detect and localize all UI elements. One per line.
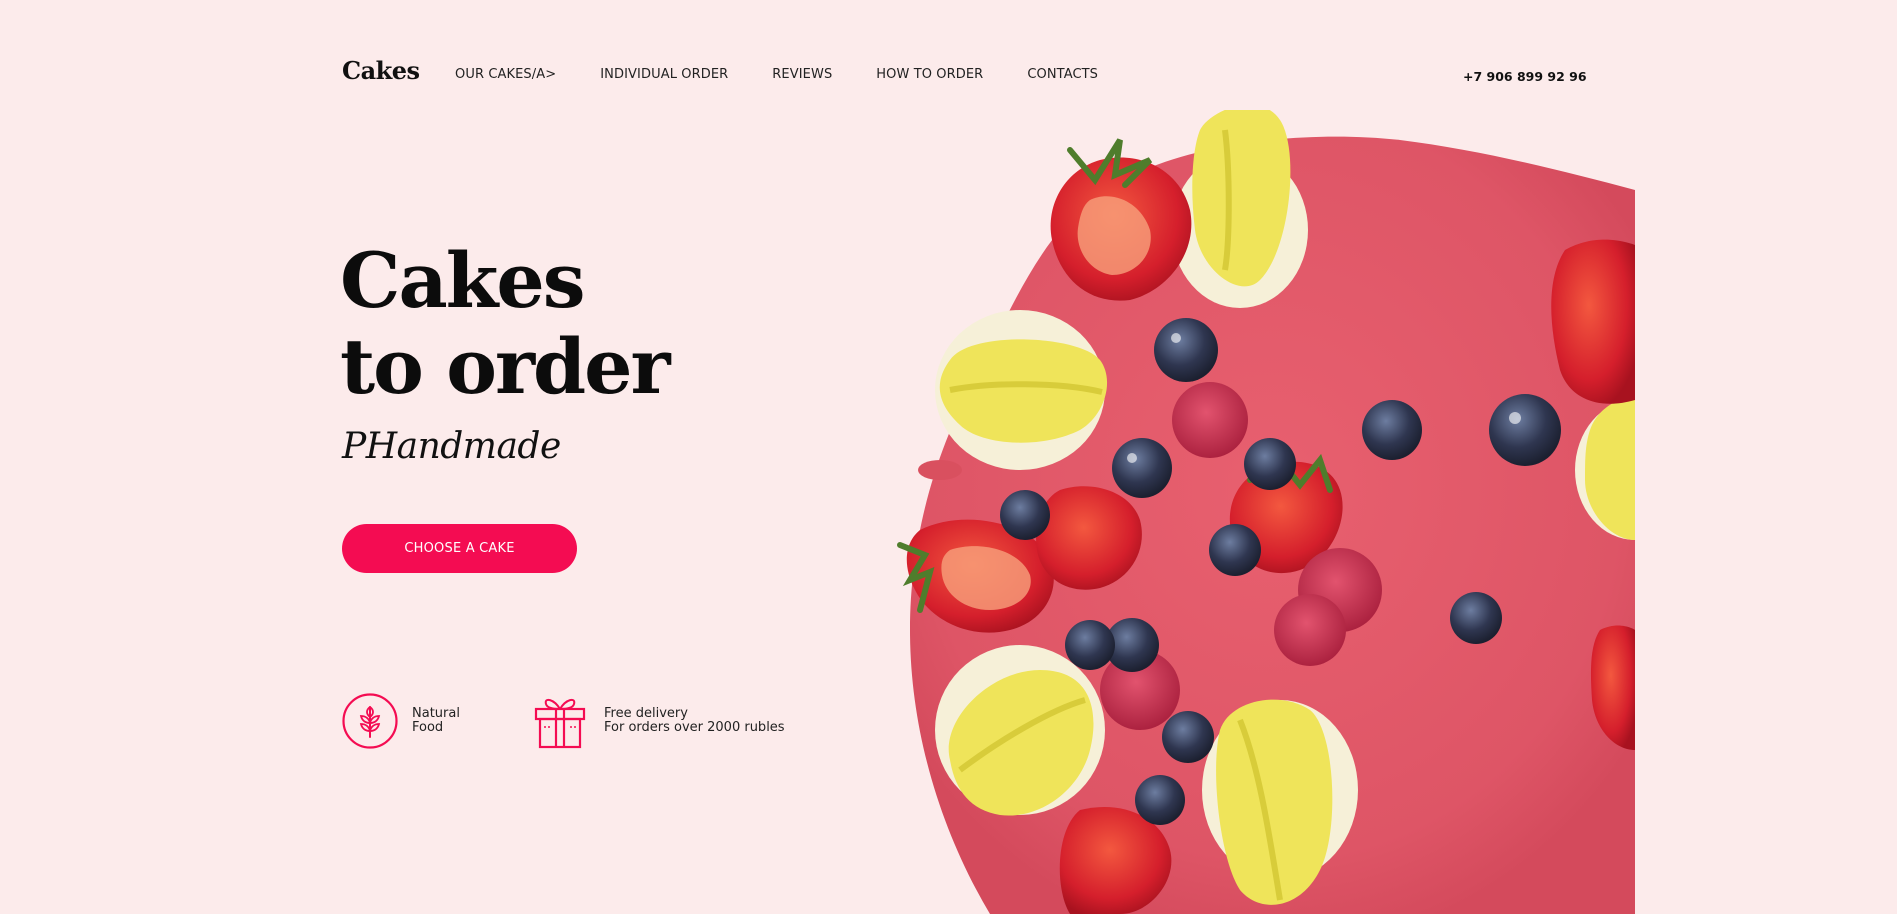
feature-natural-food-line-2: Food (412, 720, 444, 735)
feature-natural-food-line-1: Natural (412, 705, 460, 721)
nav-contacts[interactable]: CONTACTS (1027, 67, 1098, 82)
nav-reviews[interactable]: REVIEWS (772, 67, 832, 82)
nav-our-cakes[interactable]: OUR CAKES/A> (455, 67, 556, 82)
feature-natural-food-text: Natural Food (412, 705, 460, 736)
feature-free-delivery-line-2: For orders over 2000 rubles (604, 720, 785, 735)
nav-how-to-order[interactable]: HOW TO ORDER (876, 67, 983, 82)
feature-free-delivery-line-1: Free delivery (604, 705, 688, 721)
gift-icon (532, 693, 588, 749)
hero-title-line-2: to order (340, 322, 671, 411)
phone-number[interactable]: +7 906 899 92 96 (1463, 69, 1587, 84)
hero-subtitle: PHandmade (342, 426, 561, 467)
feature-natural-food: Natural Food (342, 693, 460, 749)
hero-title: Cakes to order (340, 236, 671, 411)
choose-cake-button[interactable]: CHOOSE A CAKE (342, 524, 577, 573)
hero-title-line-1: Cakes (340, 236, 586, 325)
site-logo[interactable]: Cakes (342, 56, 420, 85)
cake-photo (880, 110, 1635, 914)
feature-free-delivery: Free delivery For orders over 2000 ruble… (532, 693, 785, 749)
main-nav: OUR CAKES/A> INDIVIDUAL ORDER REVIEWS HO… (455, 67, 1142, 82)
feature-free-delivery-text: Free delivery For orders over 2000 ruble… (604, 705, 785, 736)
wheat-icon (342, 693, 398, 749)
nav-individual-order[interactable]: INDIVIDUAL ORDER (600, 67, 728, 82)
